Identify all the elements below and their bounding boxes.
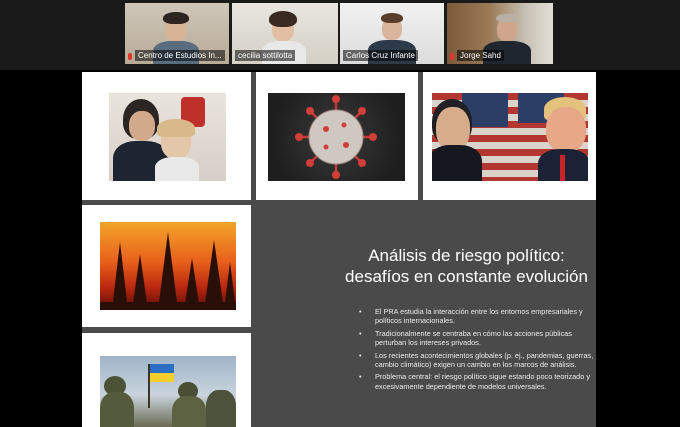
participant-strip: Centro de Estudios In... cecilia sottilo… [0,0,680,70]
soldiers-photo [100,356,236,427]
mic-muted-icon [128,53,132,60]
participant-name: Centro de Estudios In... [135,50,225,61]
bullet-item: • El PRA estudia la interacción entre los… [359,307,595,326]
mic-muted-icon [450,53,454,60]
slide-title: Análisis de riesgo político: desafíos en… [337,245,596,287]
virus-icon [295,95,377,179]
participant-tile-3[interactable]: Carlos Cruz Infante [340,3,444,64]
participant-name: Jorge Sahd [457,50,504,61]
photo-card-wildfire [82,205,251,327]
bullet-text: Tradicionalmente se centraba en cómo las… [375,328,572,348]
tree-silhouette-icon [100,232,236,310]
participant-hair [163,12,189,24]
slide-title-line-2: desafíos en constante evolución [345,267,588,286]
bullet-text: El PRA estudia la interacción entre los … [375,307,583,326]
photo-card-politicians [82,72,251,200]
bullet-item: • Tradicionalmente se centraba en cómo la… [359,329,595,348]
participant-name: cecilia sottilotta [235,50,296,61]
participant-hair [381,13,403,23]
participant-tile-4[interactable]: Jorge Sahd [447,3,553,64]
photo-card-trade [423,72,596,200]
trade-photo [432,93,588,181]
participant-hair [496,14,518,22]
bullet-item: • Los recientes acontecimientos globales … [359,351,595,370]
politicians-photo [109,93,226,181]
bullet-text: Problema central: el riesgo político sig… [375,372,590,391]
bullet-icon: • [359,328,362,338]
slide-title-line-1: Análisis de riesgo político: [368,246,565,265]
bullet-text: Los recientes acontecimientos globales (… [375,350,594,370]
participant-tile-1[interactable]: Centro de Estudios In... [125,3,229,64]
wildfire-photo [100,222,236,310]
photo-card-virus [256,72,418,200]
participant-hair [269,11,297,27]
bullet-list: • El PRA estudia la interacción entre los… [359,307,595,394]
participant-name: Carlos Cruz Infante [343,50,418,61]
bullet-item: • Problema central: el riesgo político si… [359,372,595,391]
shared-slide: Análisis de riesgo político: desafíos en… [82,72,596,427]
slide-content: Análisis de riesgo político: desafíos en… [337,205,596,427]
photo-card-soldiers [82,333,251,427]
participant-tile-2[interactable]: cecilia sottilotta [232,3,338,64]
bullet-icon: • [359,372,362,382]
virus-photo [268,93,405,181]
bullet-icon: • [359,307,362,316]
bullet-icon: • [359,350,362,360]
